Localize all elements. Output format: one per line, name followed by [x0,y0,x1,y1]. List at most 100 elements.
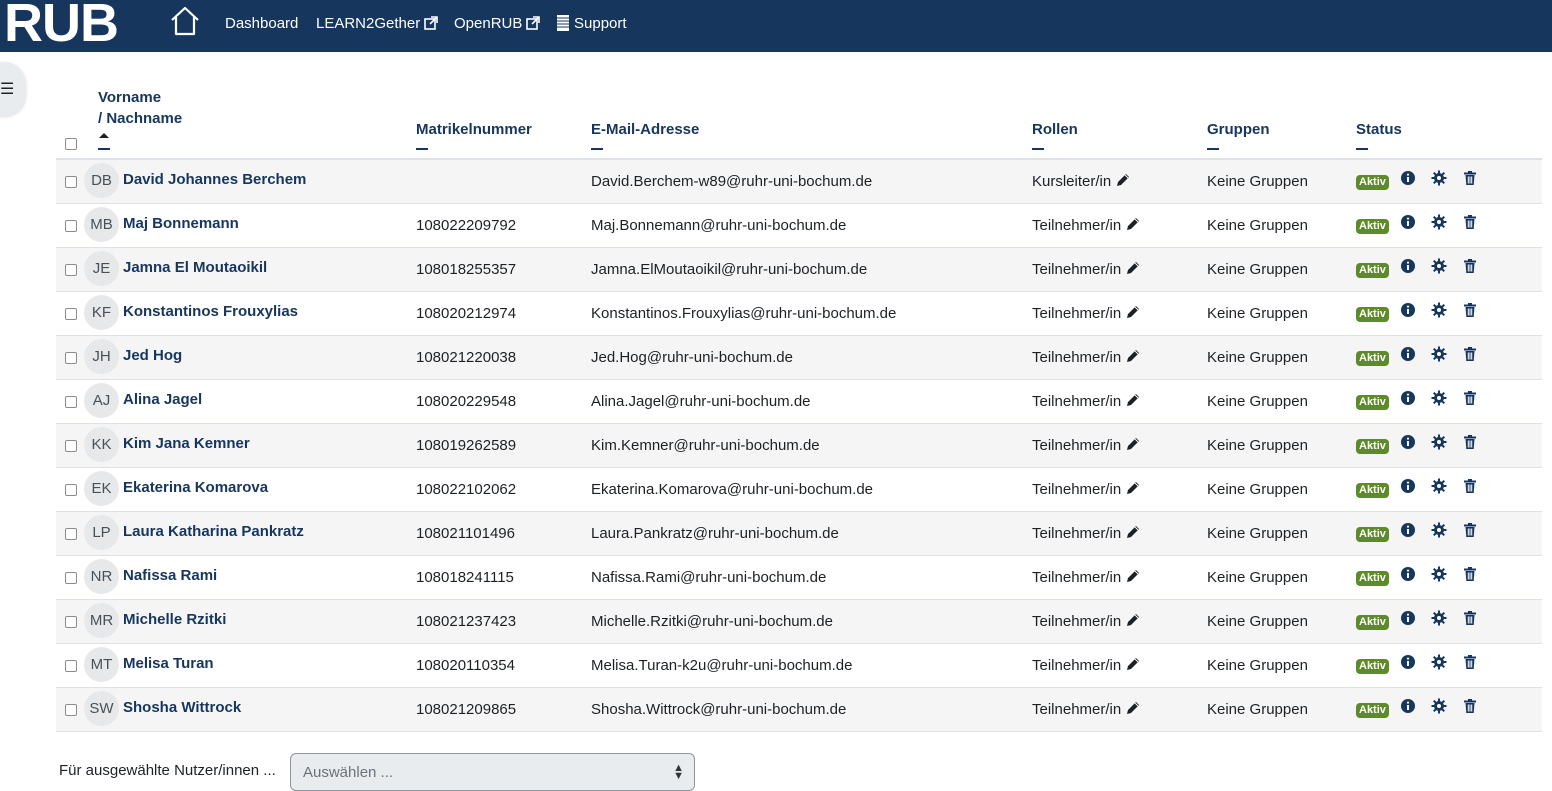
trash-icon[interactable] [1462,610,1478,630]
drawer-toggle-button[interactable]: ☰ [0,62,26,116]
info-icon[interactable] [1400,698,1416,718]
header-matrikel[interactable]: Matrikelnummer [416,63,591,160]
edit-role-icon[interactable] [1125,348,1141,368]
avatar[interactable]: KK [84,426,119,462]
row-checkbox[interactable] [65,439,77,452]
avatar[interactable]: KF [84,294,119,330]
avatar[interactable]: AJ [84,382,119,418]
user-name-link[interactable]: Maj Bonnemann [123,215,239,232]
edit-role-icon[interactable] [1125,436,1141,456]
collapse-column-icon[interactable] [1356,148,1368,150]
user-name-link[interactable]: Jed Hog [123,347,182,364]
avatar[interactable]: MB [84,206,119,242]
trash-icon[interactable] [1462,566,1478,586]
nav-learn2gether[interactable]: LEARN2Gether [316,13,439,33]
user-name-link[interactable]: Laura Katharina Pankratz [123,523,304,540]
gear-icon[interactable] [1431,390,1447,410]
gear-icon[interactable] [1431,522,1447,542]
edit-role-icon[interactable] [1125,524,1141,544]
avatar[interactable]: LP [84,514,119,550]
edit-role-icon[interactable] [1125,216,1141,236]
header-email[interactable]: E-Mail-Adresse [591,63,1032,160]
avatar[interactable]: JH [84,338,119,374]
row-checkbox[interactable] [65,659,77,672]
home-icon[interactable] [168,4,202,40]
info-icon[interactable] [1400,390,1416,410]
info-icon[interactable] [1400,522,1416,542]
gear-icon[interactable] [1431,346,1447,366]
user-name-link[interactable]: Alina Jagel [123,391,202,408]
row-checkbox[interactable] [65,219,77,232]
user-name-link[interactable]: Nafissa Rami [123,567,217,584]
trash-icon[interactable] [1462,258,1478,278]
trash-icon[interactable] [1462,522,1478,542]
user-name-link[interactable]: David Johannes Berchem [123,171,306,188]
edit-role-icon[interactable] [1125,304,1141,324]
edit-role-icon[interactable] [1125,612,1141,632]
collapse-column-icon[interactable] [98,148,110,150]
trash-icon[interactable] [1462,390,1478,410]
header-name[interactable]: Vorname / Nachname [98,63,416,160]
gear-icon[interactable] [1431,214,1447,234]
user-name-link[interactable]: Melisa Turan [123,655,214,672]
avatar[interactable]: SW [84,690,119,726]
info-icon[interactable] [1400,434,1416,454]
nav-openrub[interactable]: OpenRUB [454,13,541,33]
avatar[interactable]: EK [84,470,119,506]
edit-role-icon[interactable] [1125,700,1141,720]
trash-icon[interactable] [1462,346,1478,366]
gear-icon[interactable] [1431,654,1447,674]
bulk-action-select[interactable]: Auswählen ... ▲ ▼ [290,753,695,791]
row-checkbox[interactable] [65,263,77,276]
collapse-column-icon[interactable] [591,148,603,150]
info-icon[interactable] [1400,346,1416,366]
gear-icon[interactable] [1431,566,1447,586]
trash-icon[interactable] [1462,170,1478,190]
edit-role-icon[interactable] [1125,656,1141,676]
user-name-link[interactable]: Ekaterina Komarova [123,479,268,496]
avatar[interactable]: DB [84,162,119,198]
row-checkbox[interactable] [65,615,77,628]
header-email-label[interactable]: E-Mail-Adresse [591,121,699,138]
trash-icon[interactable] [1462,214,1478,234]
gear-icon[interactable] [1431,698,1447,718]
header-matrikel-label[interactable]: Matrikelnummer [416,121,532,138]
trash-icon[interactable] [1462,478,1478,498]
info-icon[interactable] [1400,478,1416,498]
edit-role-icon[interactable] [1125,480,1141,500]
collapse-column-icon[interactable] [1032,148,1044,150]
rub-logo[interactable]: RUB [4,0,119,50]
collapse-column-icon[interactable] [416,148,428,150]
user-name-link[interactable]: Shosha Wittrock [123,699,241,716]
gear-icon[interactable] [1431,302,1447,322]
row-checkbox[interactable] [65,527,77,540]
user-name-link[interactable]: Michelle Rzitki [123,611,226,628]
user-name-link[interactable]: Jamna El Moutaoikil [123,259,267,276]
info-icon[interactable] [1400,214,1416,234]
gear-icon[interactable] [1431,258,1447,278]
edit-role-icon[interactable] [1125,392,1141,412]
edit-role-icon[interactable] [1125,260,1141,280]
row-checkbox[interactable] [65,307,77,320]
row-checkbox[interactable] [65,571,77,584]
avatar[interactable]: MT [84,646,119,682]
select-all-checkbox[interactable] [65,138,77,150]
edit-role-icon[interactable] [1115,172,1131,192]
gear-icon[interactable] [1431,170,1447,190]
row-checkbox[interactable] [65,351,77,364]
info-icon[interactable] [1400,610,1416,630]
info-icon[interactable] [1400,566,1416,586]
row-checkbox[interactable] [65,175,77,188]
info-icon[interactable] [1400,654,1416,674]
avatar[interactable]: JE [84,250,119,286]
row-checkbox[interactable] [65,703,77,716]
collapse-column-icon[interactable] [1207,148,1219,150]
gear-icon[interactable] [1431,478,1447,498]
row-checkbox[interactable] [65,395,77,408]
row-checkbox[interactable] [65,483,77,496]
trash-icon[interactable] [1462,302,1478,322]
nav-dashboard[interactable]: Dashboard [225,13,298,33]
avatar[interactable]: MR [84,602,119,638]
edit-role-icon[interactable] [1125,568,1141,588]
avatar[interactable]: NR [84,558,119,594]
